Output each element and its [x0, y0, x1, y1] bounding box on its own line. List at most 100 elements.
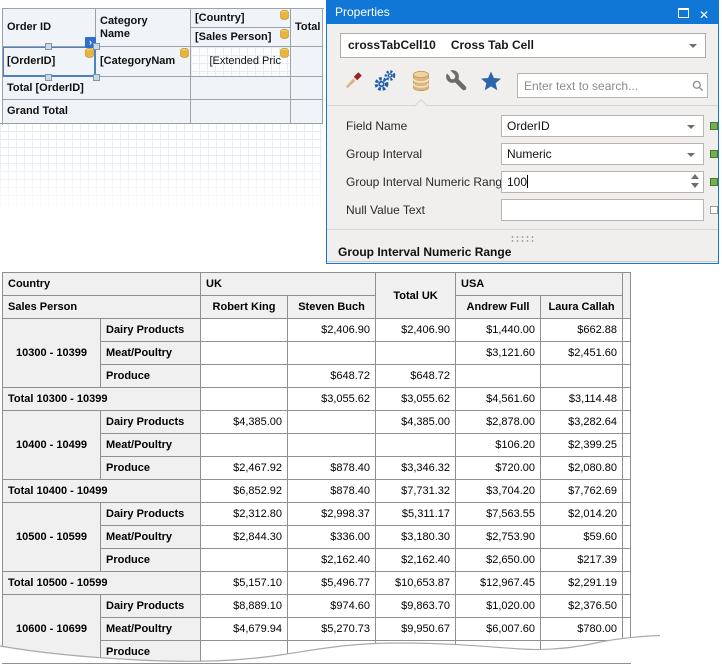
database-field-icon: [180, 48, 189, 58]
designer-cell-total-col[interactable]: Total: [291, 9, 323, 47]
crosstab-designer-surface: Order ID Category Name [Country] [Sales …: [0, 0, 324, 262]
category-label: Dairy Products: [101, 319, 201, 342]
designer-cell-col-header[interactable]: Category Name: [96, 9, 191, 47]
component-type: Cross Tab Cell: [451, 38, 534, 52]
designer-cell-empty[interactable]: [291, 100, 323, 124]
designer-cell-label: [Sales Person]: [195, 31, 271, 44]
column-header: Robert King: [201, 296, 288, 319]
category-label: Meat/Poultry: [101, 434, 201, 457]
selection-handle[interactable]: [45, 43, 52, 50]
designer-cell-country[interactable]: [Country]: [191, 9, 291, 28]
behavior-gears-icon[interactable]: [372, 67, 398, 95]
value-cell: $1,440.00: [456, 319, 541, 342]
designer-cell-label: [Country]: [195, 12, 245, 25]
value-cell: [201, 641, 288, 664]
favorites-star-icon[interactable]: [478, 67, 504, 95]
modified-indicator[interactable]: [710, 178, 718, 186]
property-description-header: Group Interval Numeric Range: [338, 245, 511, 259]
column-header: Steven Buch: [288, 296, 376, 319]
value-cell: $780.00: [541, 618, 623, 641]
value-cell: $648.72: [288, 365, 376, 388]
total-value-cell: $6,852.92: [201, 480, 288, 503]
total-value-cell: $3,055.62: [288, 388, 376, 411]
spin-buttons[interactable]: [691, 174, 699, 188]
numeric-range-spin-editor[interactable]: 100: [501, 171, 704, 193]
maximize-icon[interactable]: [678, 8, 689, 18]
chevron-down-icon: [689, 44, 697, 48]
selection-handle[interactable]: [45, 74, 52, 81]
value-cell: $3,180.30: [376, 526, 456, 549]
value-cell: [376, 641, 456, 664]
value-cell: [456, 365, 541, 388]
value-cell: [541, 641, 623, 664]
chevron-down-icon: [687, 125, 695, 129]
designer-cell-empty[interactable]: [291, 77, 323, 100]
value-cell: $7,563.55: [456, 503, 541, 526]
appearance-brush-icon[interactable]: [340, 67, 366, 95]
designer-cell-grand-total[interactable]: Grand Total: [3, 100, 191, 124]
value-cell: $2,162.40: [288, 549, 376, 572]
designer-cell-orderid-selected[interactable]: [OrderID]: [3, 47, 96, 77]
properties-title: Properties: [335, 5, 390, 19]
total-value-cell: $5,157.10: [201, 572, 288, 595]
value-cell: [288, 641, 376, 664]
value-cell: $4,385.00: [201, 411, 288, 434]
spin-up-icon[interactable]: [691, 174, 699, 179]
spin-down-icon[interactable]: [691, 183, 699, 188]
component-name: crossTabCell10: [348, 38, 436, 52]
total-value-cell: $10,653.87: [376, 572, 456, 595]
null-value-text-input[interactable]: [501, 199, 704, 221]
designer-cell-label: Grand Total: [7, 105, 68, 118]
database-field-icon: [280, 10, 289, 20]
designer-cell-empty[interactable]: [191, 77, 291, 100]
designer-cell-extended-price[interactable]: [Extended Pric: [191, 47, 291, 77]
modified-indicator[interactable]: [710, 122, 718, 130]
value-cell: $59.60: [541, 526, 623, 549]
property-label: Field Name: [346, 115, 498, 137]
designer-cell-empty[interactable]: [191, 100, 291, 124]
selected-tab-notch: [414, 99, 428, 113]
value-cell: [201, 434, 288, 457]
group-interval-combo[interactable]: Numeric: [501, 143, 704, 165]
designer-cell-label: [Extended Pric: [209, 55, 281, 68]
value-cell: [376, 434, 456, 457]
tools-wrench-icon[interactable]: [444, 67, 470, 95]
database-field-icon: [280, 29, 289, 39]
clipped-cell: [623, 434, 631, 457]
search-input[interactable]: [517, 73, 708, 98]
group-interval-value: Numeric: [507, 147, 552, 161]
description-splitter[interactable]: [327, 229, 718, 246]
total-value-cell: $2,291.19: [541, 572, 623, 595]
selection-handle[interactable]: [93, 74, 100, 81]
properties-title-bar[interactable]: Properties ✕: [327, 1, 718, 24]
category-label: Produce: [101, 365, 201, 388]
corner-salesperson-header: Sales Person: [3, 296, 201, 319]
data-icon[interactable]: [408, 67, 434, 95]
property-label: Group Interval Numeric Range: [346, 171, 498, 193]
crosstab-designer-frame: Order ID Category Name [Country] [Sales …: [2, 8, 324, 125]
group-total-label: Total 10400 - 10499: [3, 480, 201, 503]
column-group-header: USA: [456, 273, 623, 296]
designer-cell-label: Order ID: [7, 21, 51, 34]
corner-country-header: Country: [3, 273, 201, 296]
unmodified-indicator[interactable]: [710, 206, 718, 214]
field-name-combo[interactable]: OrderID: [501, 115, 704, 137]
crosstab-preview: CountryUKTotal UKUSASales PersonRobert K…: [2, 272, 631, 664]
designer-cell-row-header[interactable]: Order ID: [3, 9, 96, 47]
crosstab-table: CountryUKTotal UKUSASales PersonRobert K…: [2, 272, 631, 664]
splitter-grip-icon[interactable]: [510, 235, 536, 242]
selection-handle[interactable]: [93, 43, 100, 50]
value-cell: [456, 641, 541, 664]
value-cell: $2,753.90: [456, 526, 541, 549]
close-icon[interactable]: ✕: [699, 4, 709, 27]
clipped-cell: [623, 457, 631, 480]
value-cell: $2,376.50: [541, 595, 623, 618]
value-cell: $5,270.73: [288, 618, 376, 641]
component-selector-combo[interactable]: crossTabCell10 Cross Tab Cell: [340, 33, 706, 58]
total-value-cell: $5,496.77: [288, 572, 376, 595]
designer-cell-empty[interactable]: [291, 47, 323, 77]
modified-indicator[interactable]: [710, 150, 718, 158]
value-cell: $9,863.70: [376, 595, 456, 618]
designer-cell-category-field[interactable]: [CategoryNam: [96, 47, 191, 77]
designer-cell-sales-person[interactable]: [Sales Person]: [191, 28, 291, 47]
